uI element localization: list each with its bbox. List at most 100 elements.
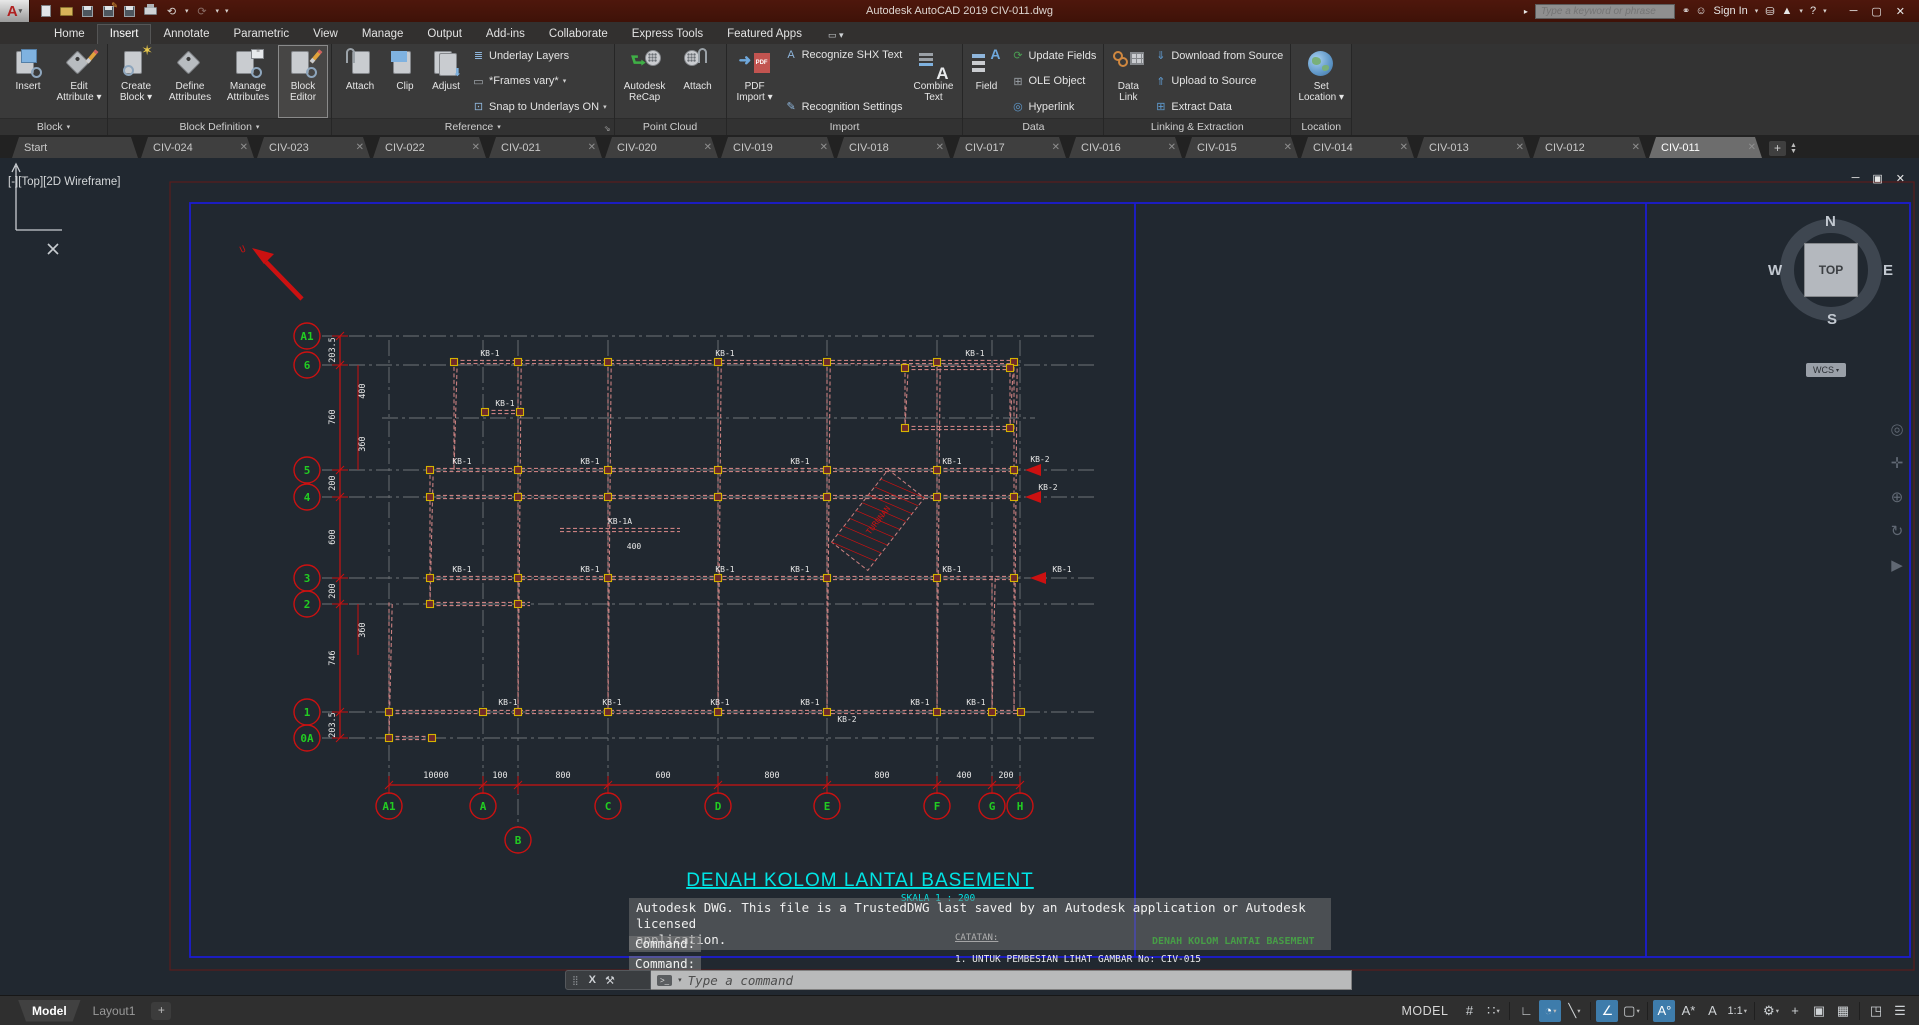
qat-customize-caret-icon[interactable]: ▾ <box>225 7 229 15</box>
frames-vary-button[interactable]: ▭ *Frames vary* ▾ <box>472 75 607 88</box>
panel-title-linking-extraction[interactable]: Linking & Extraction <box>1104 118 1291 135</box>
new-file-icon[interactable] <box>38 4 53 18</box>
tab-close-icon[interactable]: ✕ <box>240 142 248 153</box>
download-source-button[interactable]: ⇓ Download from Source <box>1154 49 1283 63</box>
ribbon-tab-output[interactable]: Output <box>415 25 474 44</box>
orbit-icon[interactable]: ↻ <box>1891 522 1904 540</box>
ribbon-tab-parametric[interactable]: Parametric <box>222 25 302 44</box>
doc-close-button[interactable]: ✕ <box>1896 172 1905 185</box>
file-tab-civ-013[interactable]: CIV-013 ✕ <box>1417 137 1530 158</box>
isodraft-icon[interactable]: ╲ ▾ <box>1563 1000 1585 1022</box>
dialog-launcher-icon[interactable]: ⇘ <box>604 124 611 133</box>
block-editor-button[interactable]: Block Editor <box>278 45 328 118</box>
autodesk-exchange-icon[interactable]: ▲ <box>1782 5 1793 17</box>
doc-restore-button[interactable]: ▣ <box>1872 172 1882 185</box>
panel-title-import[interactable]: Import <box>726 118 963 135</box>
layout1-tab[interactable]: Layout1 <box>81 1000 148 1022</box>
hardware-accel-icon[interactable]: ▦ <box>1832 1000 1854 1022</box>
open-file-icon[interactable] <box>59 4 74 18</box>
help-icon[interactable]: ? <box>1810 5 1816 17</box>
panel-title-block[interactable]: Block ▾ <box>0 118 107 135</box>
scale-list[interactable]: 1:1 ▾ <box>1725 1000 1749 1022</box>
snap-underlays-button[interactable]: ⊡ Snap to Underlays ON ▾ <box>472 100 607 114</box>
recognition-settings-button[interactable]: ✎ Recognition Settings <box>785 100 902 114</box>
insert-button[interactable]: Insert <box>3 45 53 118</box>
save-icon[interactable] <box>80 4 95 18</box>
osnap-icon[interactable]: ▢ ▾ <box>1620 1000 1642 1022</box>
compass-west[interactable]: W <box>1768 262 1782 279</box>
compass-south[interactable]: S <box>1827 311 1837 328</box>
app-store-cart-icon[interactable]: ⛁ <box>1765 5 1774 18</box>
snap-icon[interactable]: ∷ ▾ <box>1482 1000 1504 1022</box>
show-motion-icon[interactable]: ▶ <box>1891 556 1903 574</box>
search-icon[interactable]: ⚭ <box>1682 6 1691 17</box>
define-attributes-button[interactable]: Define Attributes <box>162 45 218 118</box>
command-line-grip[interactable]: ⣿ X ⚒ <box>565 970 651 990</box>
undo-icon[interactable]: ⟲ <box>164 4 179 18</box>
file-tab-civ-017[interactable]: CIV-017 ✕ <box>953 137 1066 158</box>
recent-commands-caret-icon[interactable]: ▾ <box>678 976 682 984</box>
create-block-button[interactable]: ✶ Create Block ▾ <box>111 43 161 118</box>
exchange-caret-icon[interactable]: ▾ <box>1799 7 1803 15</box>
file-tab-start[interactable]: Start <box>12 137 138 158</box>
file-tab-civ-014[interactable]: CIV-014 ✕ <box>1301 137 1414 158</box>
tab-close-icon[interactable]: ✕ <box>704 142 712 153</box>
edit-attribute-button[interactable]: Edit Attribute ▾ <box>54 45 104 118</box>
model-space-badge[interactable]: MODEL <box>1401 1004 1448 1018</box>
ribbon-tab-manage[interactable]: Manage <box>350 25 416 44</box>
minimize-button[interactable]: ─ <box>1850 5 1858 18</box>
ribbon-tab-add-ins[interactable]: Add-ins <box>474 25 537 44</box>
tab-close-icon[interactable]: ✕ <box>936 142 944 153</box>
panel-title-block-definition[interactable]: Block Definition ▾ <box>108 118 331 135</box>
panel-title-point-cloud[interactable]: Point Cloud <box>614 118 726 135</box>
plot-icon[interactable] <box>143 4 158 18</box>
data-link-button[interactable]: Data Link <box>1107 45 1149 118</box>
undo-caret-icon[interactable]: ▾ <box>185 7 189 15</box>
file-tab-civ-020[interactable]: CIV-020 ✕ <box>605 137 718 158</box>
grid-icon[interactable]: # <box>1458 1000 1480 1022</box>
caret-down-icon[interactable]: ▾ <box>563 77 567 85</box>
panel-title-data[interactable]: Data <box>963 118 1104 135</box>
annotation-visibility-icon[interactable]: A° <box>1653 999 1676 1022</box>
pan-hand-icon[interactable]: ✛ <box>1891 454 1904 472</box>
file-tab-civ-012[interactable]: CIV-012 ✕ <box>1533 137 1646 158</box>
autodesk-recap-button[interactable]: ⮑ Autodesk ReCap <box>618 45 672 118</box>
file-tab-civ-016[interactable]: CIV-016 ✕ <box>1069 137 1182 158</box>
tab-close-icon[interactable]: ✕ <box>1052 142 1060 153</box>
restore-button[interactable]: ▢ <box>1871 5 1881 18</box>
command-close-icon[interactable]: X <box>589 974 596 986</box>
recent-commands-icon[interactable]: >_ <box>657 974 673 986</box>
file-tab-civ-015[interactable]: CIV-015 ✕ <box>1185 137 1298 158</box>
polar-tracking-icon[interactable]: ◔ ▾ <box>1539 999 1562 1022</box>
upload-source-button[interactable]: ⇑ Upload to Source <box>1154 75 1283 88</box>
drawing-canvas[interactable]: TURUNAN203.5760200600200746203.540036036… <box>0 158 1919 995</box>
annotation-scale-icon[interactable]: A <box>1701 1000 1723 1022</box>
file-tab-civ-011[interactable]: CIV-011 ✕ <box>1649 137 1762 158</box>
viewcube-top-face[interactable]: TOP <box>1804 243 1858 297</box>
save-as-icon[interactable] <box>101 4 116 18</box>
tab-overflow-chevrons-icon[interactable]: ▲ ▼ <box>1790 142 1797 155</box>
help-caret-icon[interactable]: ▾ <box>1823 7 1827 15</box>
close-button[interactable]: ✕ <box>1896 5 1905 18</box>
tab-close-icon[interactable]: ✕ <box>1284 142 1292 153</box>
command-customize-wrench-icon[interactable]: ⚒ <box>605 974 615 987</box>
ribbon-tab-view[interactable]: View <box>301 25 350 44</box>
steering-wheel-icon[interactable]: ◎ <box>1890 420 1903 438</box>
adjust-button[interactable]: ⬇ Adjust <box>425 45 467 118</box>
redo-icon[interactable]: ⟳ <box>195 4 210 18</box>
file-tab-civ-022[interactable]: CIV-022 ✕ <box>373 137 486 158</box>
tab-close-icon[interactable]: ✕ <box>1516 142 1524 153</box>
save-web-icon[interactable] <box>122 4 137 18</box>
command-input[interactable]: >_ ▾ Type a command <box>651 970 1352 990</box>
compass-east[interactable]: E <box>1883 262 1893 279</box>
pdf-import-button[interactable]: ➜ PDF PDF Import ▾ <box>730 45 780 118</box>
tab-close-icon[interactable]: ✕ <box>1748 142 1756 153</box>
tab-close-icon[interactable]: ✕ <box>1632 142 1640 153</box>
new-layout-button[interactable]: + <box>151 1001 172 1020</box>
tab-close-icon[interactable]: ✕ <box>588 142 596 153</box>
caret-down-icon[interactable]: ▾ <box>603 103 607 111</box>
ribbon-tab-insert[interactable]: Insert <box>96 24 152 44</box>
ribbon-tab-annotate[interactable]: Annotate <box>151 25 221 44</box>
command-line[interactable]: ⣿ X ⚒ >_ ▾ Type a command <box>565 970 1352 990</box>
new-drawing-tab-button[interactable]: + <box>1769 141 1786 156</box>
